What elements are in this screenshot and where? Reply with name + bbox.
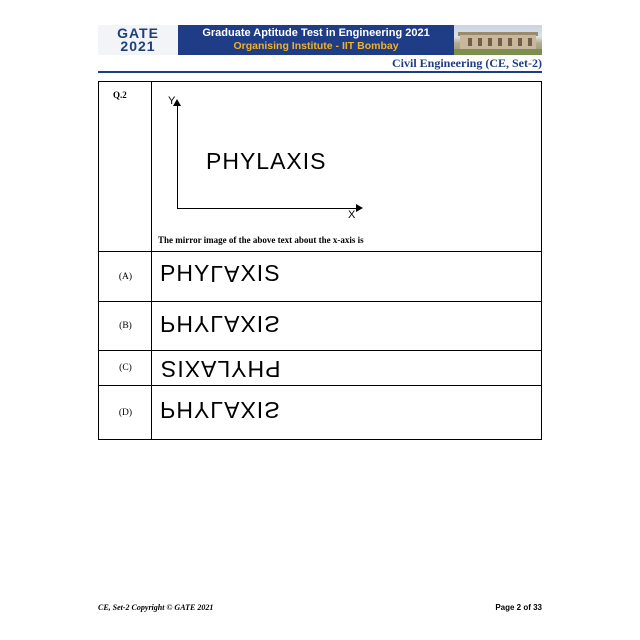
footer-copyright: CE, Set-2 Copyright © GATE 2021 bbox=[98, 603, 214, 612]
option-row-c[interactable]: (C) PHYLAXIS bbox=[99, 350, 541, 385]
option-text-b: PHYLAXIS bbox=[160, 311, 281, 337]
figure-word: PHYLAXIS bbox=[206, 148, 327, 174]
option-label-d: (D) bbox=[118, 407, 133, 418]
option-text-d: PHYLAXIS bbox=[160, 397, 281, 423]
question-table: Q.2 Y X PHYLAXIS The mirror image of the… bbox=[98, 81, 542, 440]
question-stem: The mirror image of the above text about… bbox=[158, 235, 364, 245]
question-number-cell: Q.2 bbox=[99, 82, 152, 251]
option-row-d[interactable]: (D) PHYLAXIS bbox=[99, 385, 541, 439]
option-label-b: (B) bbox=[119, 321, 132, 331]
y-axis-line bbox=[177, 102, 178, 209]
option-text-c: PHYLAXIS bbox=[160, 356, 281, 382]
banner-title-line1: Graduate Aptitude Test in Engineering 20… bbox=[202, 27, 430, 39]
header-banner: GATE 2021 Graduate Aptitude Test in Engi… bbox=[98, 25, 542, 55]
x-axis-label: X bbox=[348, 209, 356, 221]
y-axis-label: Y bbox=[168, 95, 176, 107]
x-axis-arrow-icon bbox=[356, 204, 363, 212]
question-body: Y X PHYLAXIS The mirror image of the abo… bbox=[152, 82, 541, 251]
option-label-a: (A) bbox=[118, 271, 133, 282]
header-divider bbox=[98, 71, 542, 73]
option-row-b[interactable]: (B) PHYLAXIS bbox=[99, 301, 541, 350]
logo-year: 2021 bbox=[120, 38, 156, 54]
campus-photo-icon bbox=[454, 25, 542, 55]
banner-title-line2: Organising Institute - IIT Bombay bbox=[233, 40, 399, 52]
option-row-a[interactable]: (A) PHYLAXIS bbox=[99, 251, 541, 301]
option-label-c: (C) bbox=[119, 363, 132, 373]
x-axis-line bbox=[177, 208, 359, 209]
footer-page-number: Page 2 of 33 bbox=[495, 603, 542, 612]
gate-logo: GATE 2021 bbox=[98, 25, 178, 55]
banner-title: Graduate Aptitude Test in Engineering 20… bbox=[178, 25, 454, 55]
question-row: Q.2 Y X PHYLAXIS The mirror image of the… bbox=[99, 82, 541, 251]
question-number: Q.2 bbox=[113, 90, 127, 100]
option-text-a: PHYLAXIS bbox=[160, 260, 281, 287]
discipline-title: Civil Engineering (CE, Set-2) bbox=[392, 56, 542, 70]
